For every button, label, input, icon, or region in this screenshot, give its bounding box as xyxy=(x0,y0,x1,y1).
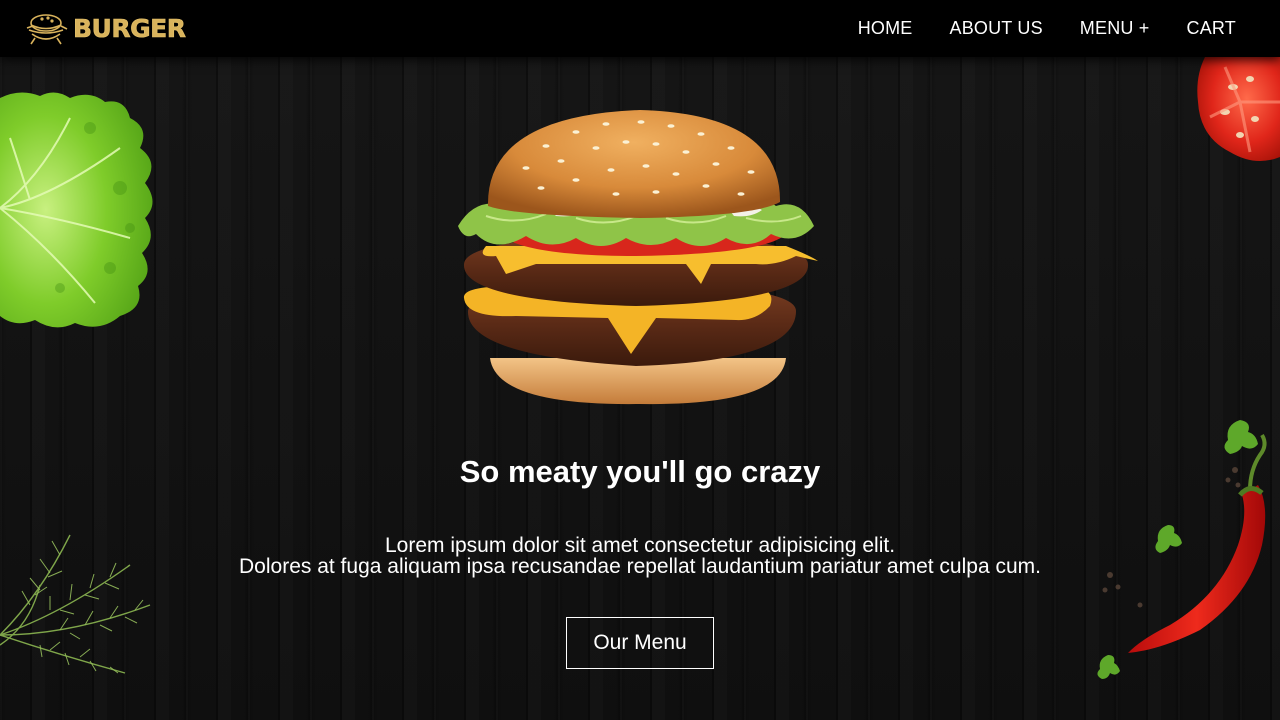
brand-logo[interactable]: BURGER xyxy=(25,10,187,46)
main-nav: HOME ABOUT US MENU + CART xyxy=(858,0,1236,57)
hero-description-line-1: Lorem ipsum dolor sit amet consectetur a… xyxy=(384,534,896,557)
hero-description-line-2: Dolores at fuga aliquam ipsa recusandae … xyxy=(239,555,1041,578)
hero-title: So meaty you'll go crazy xyxy=(459,454,821,489)
burger-logo-icon xyxy=(26,14,68,45)
burger-image xyxy=(458,110,818,405)
nav-home[interactable]: HOME xyxy=(858,18,913,39)
nav-about-us[interactable]: ABOUT US xyxy=(950,18,1043,39)
lettuce-image xyxy=(0,92,153,328)
hero-description: Lorem ipsum dolor sit amet consectetur a… xyxy=(0,535,1280,577)
nav-menu[interactable]: MENU + xyxy=(1080,18,1150,39)
navbar: BURGER HOME ABOUT US MENU + CART xyxy=(0,0,1280,57)
nav-cart[interactable]: CART xyxy=(1187,18,1236,39)
our-menu-button[interactable]: Our Menu xyxy=(566,617,714,669)
tomato-image xyxy=(1197,57,1280,161)
brand-name: BURGER xyxy=(73,13,187,43)
